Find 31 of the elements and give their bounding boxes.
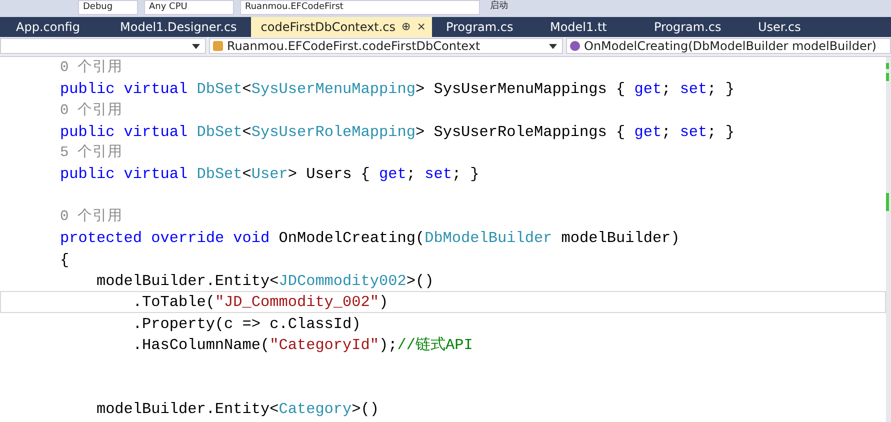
editor-tab[interactable]: Model1.Designer.cs (110, 17, 247, 37)
code-line: .ToTable("JD_Commodity_002") (132, 292, 388, 314)
project-dropdown[interactable] (0, 38, 206, 54)
scrollbar[interactable] (886, 57, 891, 422)
configuration-dropdown[interactable]: Debug (78, 0, 138, 15)
code-line: modelBuilder.Entity<JDCommodity002>() (96, 270, 434, 292)
code-line: public virtual DbSet<SysUserMenuMapping> SysUserMenuMappings { get; set; } (60, 79, 734, 100)
editor-tab[interactable]: App.config (6, 17, 106, 37)
method-icon (570, 41, 580, 51)
code-line: .HasColumnName("CategoryId");//链式API (132, 334, 473, 356)
code-line: .Property(c => c.ClassId) (132, 314, 361, 335)
editor-tab[interactable]: Program.cs (436, 17, 536, 37)
class-icon (213, 41, 223, 51)
caret-icon (192, 44, 200, 48)
editor-tab[interactable]: Program.cs (644, 17, 744, 37)
code-line: protected override void OnModelCreating(DbModelBuilder modelBuilder) (60, 228, 680, 250)
code-line: { (60, 250, 70, 271)
editor-tab[interactable]: User.cs (748, 17, 848, 37)
pin-icon[interactable]: ⊕ (402, 21, 411, 33)
code-line: public virtual DbSet<SysUserRoleMapping> SysUserRoleMappings { get; set; } (60, 122, 734, 143)
caret-icon (549, 44, 557, 48)
code-line: modelBuilder.Entity<Category>() (96, 398, 379, 420)
start-button[interactable]: 启动 (486, 0, 512, 13)
class-dropdown[interactable]: Ruanmou.EFCodeFirst.codeFirstDbContext (209, 38, 563, 54)
editor-tab[interactable]: codeFirstDbContext.cs ⊕ × (250, 17, 432, 37)
close-icon[interactable]: × (416, 21, 426, 33)
editor-tab[interactable]: Model1.tt (540, 17, 640, 37)
platform-dropdown[interactable]: Any CPU (144, 0, 234, 15)
member-dropdown[interactable]: OnModelCreating(DbModelBuilder modelBuilder) (566, 38, 891, 54)
project-dropdown[interactable]: Ruanmou.EFCodeFirst (240, 0, 480, 15)
code-line: public virtual DbSet<User> Users { get; set; } (60, 164, 480, 186)
